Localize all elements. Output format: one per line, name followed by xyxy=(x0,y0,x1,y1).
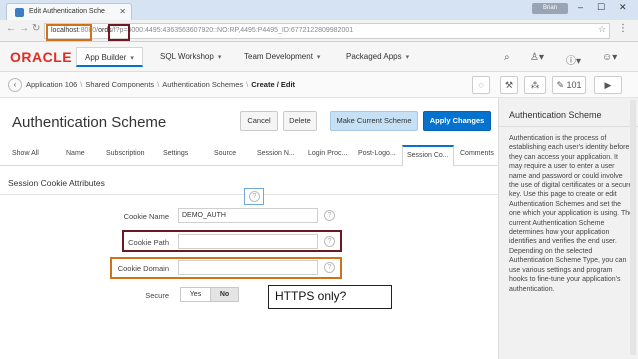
breadcrumb-shared-components[interactable]: Shared Components xyxy=(85,80,154,89)
callout-annotation: HTTPS only? xyxy=(268,285,392,309)
browser-tab[interactable]: Edit Authentication Sche ✕ xyxy=(6,3,132,20)
delete-button[interactable]: Delete xyxy=(283,111,317,131)
help-title: Authentication Scheme xyxy=(509,110,602,120)
help-question-icon[interactable]: ? xyxy=(249,191,260,202)
breadcrumb-separator: \ xyxy=(246,80,249,89)
admin-user-icon[interactable]: ♙▾ xyxy=(530,52,544,63)
run-page-button[interactable]: ▶ xyxy=(594,76,622,94)
tab-label: Team Development xyxy=(244,52,313,61)
comment-icon[interactable]: ◌ xyxy=(472,76,490,94)
tab-session-not-valid[interactable]: Session N... xyxy=(257,150,295,157)
edit-page-button[interactable]: ✎ 101 xyxy=(552,76,586,94)
breadcrumb-separator: \ xyxy=(157,80,160,89)
maximize-icon[interactable]: ☐ xyxy=(597,2,605,13)
shared-components-icon[interactable]: ⁂ xyxy=(524,76,546,94)
tab-app-builder[interactable]: App Builder ▾ xyxy=(76,47,143,67)
page-title: Authentication Scheme xyxy=(12,114,167,131)
reload-icon[interactable]: ↻ xyxy=(32,23,40,34)
tab-sql-workshop[interactable]: SQL Workshop ▾ xyxy=(152,47,229,67)
tab-show-all[interactable]: Show All xyxy=(12,150,39,157)
secure-yes-button[interactable]: Yes xyxy=(180,287,211,302)
bookmark-star-icon[interactable]: ☆ xyxy=(598,24,606,35)
highlight-cookie-domain-box xyxy=(110,257,342,279)
tab-team-development[interactable]: Team Development ▾ xyxy=(236,47,328,67)
breadcrumb-current: Create / Edit xyxy=(251,80,296,89)
page-number: 101 xyxy=(566,80,582,90)
help-question-icon[interactable]: ? xyxy=(324,210,335,221)
chevron-down-icon: ▾ xyxy=(316,54,321,61)
edit-icon: ✎ xyxy=(556,80,564,90)
highlight-host-box xyxy=(46,24,92,41)
tab-label: Packaged Apps xyxy=(346,52,402,61)
cookie-name-input[interactable]: DEMO_AUTH xyxy=(178,208,318,223)
apply-changes-button[interactable]: Apply Changes xyxy=(423,111,491,131)
region-title: Session Cookie Attributes xyxy=(8,178,105,188)
tab-subscription[interactable]: Subscription xyxy=(106,150,145,157)
close-window-icon[interactable]: ✕ xyxy=(619,2,627,13)
highlight-ords-box xyxy=(108,24,130,41)
help-menu-icon[interactable]: ⓘ▾ xyxy=(566,52,581,67)
secure-help-highlight: ? xyxy=(244,188,264,205)
chevron-down-icon: ▾ xyxy=(217,54,222,61)
breadcrumb-separator: \ xyxy=(80,80,83,89)
secure-label: Secure xyxy=(145,291,169,300)
help-text: Authentication is the process of establi… xyxy=(509,135,634,293)
minimize-icon[interactable]: – xyxy=(578,2,583,12)
tab-post-logout[interactable]: Post-Logo... xyxy=(358,150,396,157)
url-query: /f?p=4000:4495:4363563607920::NO:RP,4495… xyxy=(111,27,354,34)
subtab-bar: Show All Name Subscription Settings Sour… xyxy=(0,142,498,167)
cookie-name-label: Cookie Name xyxy=(123,212,169,221)
tab-settings[interactable]: Settings xyxy=(163,150,188,157)
browser-menu-icon[interactable]: ⋮ xyxy=(618,23,628,34)
apex-header: ORACLE App Builder ▾ SQL Workshop ▾ Team D… xyxy=(0,42,638,72)
chevron-down-icon: ▾ xyxy=(405,54,410,61)
browser-tab-title: Edit Authentication Sche xyxy=(29,8,105,15)
back-arrow-icon[interactable]: ← xyxy=(6,23,16,34)
cancel-button[interactable]: Cancel xyxy=(240,111,278,131)
wrench-icon[interactable]: ⚒ xyxy=(500,76,518,94)
make-current-scheme-button[interactable]: Make Current Scheme xyxy=(330,111,418,131)
secure-no-button[interactable]: No xyxy=(210,287,239,302)
account-menu-icon[interactable]: ☺▾ xyxy=(602,52,617,63)
browser-titlebar: Edit Authentication Sche ✕ Brian – ☐ ✕ xyxy=(0,0,638,20)
back-circle-icon[interactable]: ‹ xyxy=(8,78,22,92)
help-scrollbar[interactable] xyxy=(630,100,636,355)
tab-session-cookie[interactable]: Session Co... xyxy=(402,145,454,167)
oracle-logo: ORACLE xyxy=(10,49,73,65)
breadcrumb-bar: ‹ Application 106 \ Shared Components \ Auth… xyxy=(0,72,638,98)
breadcrumb-authentication-schemes[interactable]: Authentication Schemes xyxy=(162,80,243,89)
main-content: Authentication Scheme Cancel Delete Make… xyxy=(0,98,498,359)
tab-name[interactable]: Name xyxy=(66,150,85,157)
tab-login-processing[interactable]: Login Proc... xyxy=(308,150,347,157)
tab-comments[interactable]: Comments xyxy=(460,150,494,157)
tab-source[interactable]: Source xyxy=(214,150,236,157)
address-bar-row: ← → ↻ localhost:8080/ords/f?p=4000:4495:… xyxy=(0,20,638,42)
breadcrumb-application[interactable]: Application 106 xyxy=(26,80,77,89)
search-icon[interactable]: ⌕ xyxy=(504,52,510,63)
tab-packaged-apps[interactable]: Packaged Apps ▾ xyxy=(338,47,417,67)
forward-arrow-icon[interactable]: → xyxy=(19,23,29,34)
run-icon: ▶ xyxy=(604,80,612,90)
close-tab-icon[interactable]: ✕ xyxy=(119,7,126,16)
apex-favicon-icon xyxy=(15,8,24,17)
help-divider xyxy=(499,126,638,127)
tab-label: App Builder xyxy=(85,53,127,62)
highlight-cookie-path-box xyxy=(122,230,342,252)
browser-user-chip[interactable]: Brian xyxy=(532,3,568,14)
help-panel: Authentication Scheme Authentication is … xyxy=(498,98,638,359)
chevron-down-icon: ▾ xyxy=(130,55,134,62)
breadcrumb: Application 106 \ Shared Components \ Authen… xyxy=(26,80,295,89)
tab-label: SQL Workshop xyxy=(160,52,214,61)
